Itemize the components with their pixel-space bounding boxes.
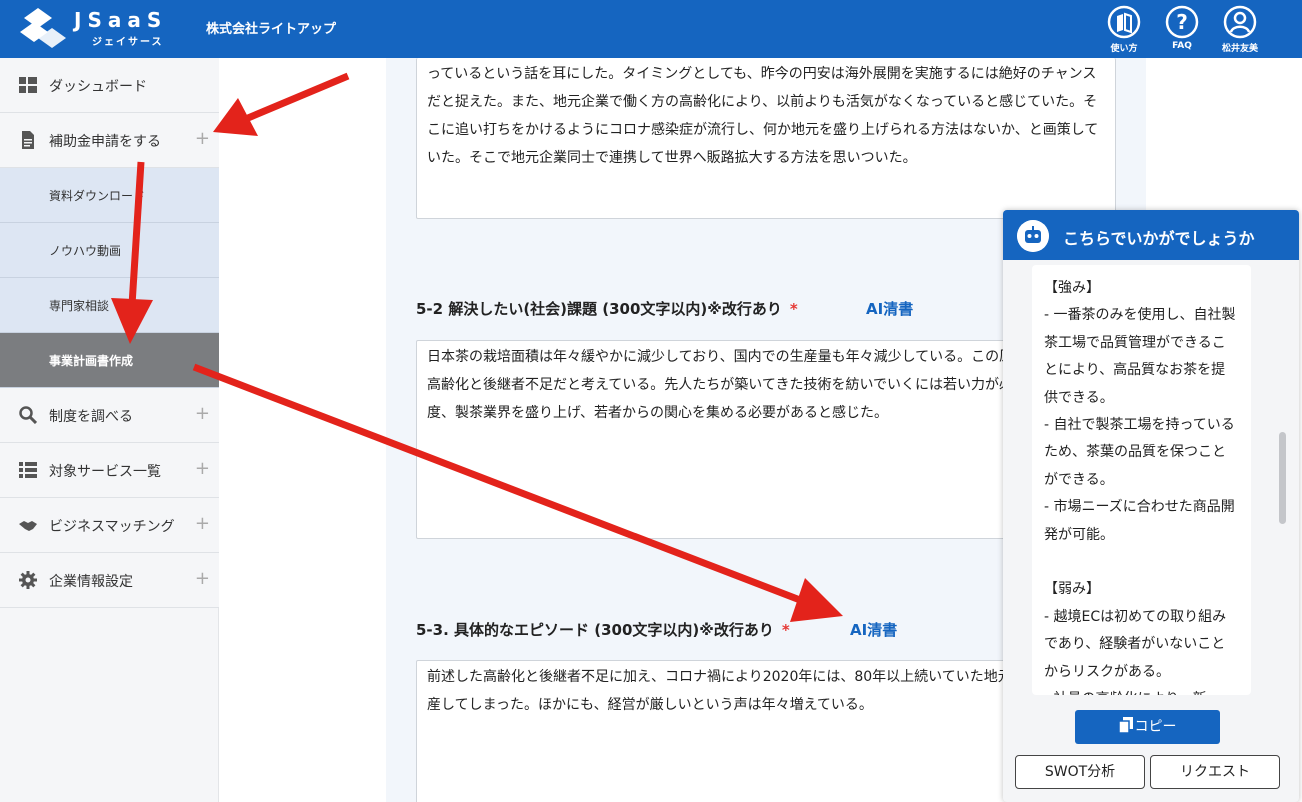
manual-icon (1107, 5, 1141, 39)
ai-rewrite-link-5-2[interactable]: AI清書 (866, 298, 913, 319)
list-icon (19, 462, 37, 478)
gear-icon (19, 571, 37, 589)
logo-subtext: ジェイサース (92, 37, 164, 48)
handshake-icon (19, 521, 37, 531)
ai-rewrite-link-5-3[interactable]: AI清書 (850, 619, 897, 640)
faq-button[interactable]: ? FAQ (1157, 5, 1207, 55)
chat-response-text: 【強み】 - 一番茶のみを使用し、自社製茶工場で品質管理ができることにより、高品… (1044, 280, 1236, 695)
request-button[interactable]: リクエスト (1150, 755, 1280, 789)
chat-scrollbar[interactable] (1279, 432, 1286, 524)
chat-header: こちらでいかがでしょうか (1003, 210, 1299, 260)
sidebar-subitem-downloads[interactable]: 資料ダウンロード (0, 168, 219, 223)
chat-title: こちらでいかがでしょうか (1063, 229, 1255, 248)
section-5-3-title: 5-3. 具体的なエピソード (300文字以内)※改行あり * (416, 619, 790, 640)
sidebar-subitem-label: ノウハウ動画 (49, 244, 122, 258)
required-mark: * (789, 300, 798, 318)
section-title-text: 5-2 解決したい(社会)課題 (300文字以内)※改行あり (416, 300, 782, 318)
sidebar-subitem-business-plan[interactable]: 事業計画書作成 (0, 333, 219, 388)
copy-icon (1117, 717, 1133, 734)
ai-suggestion-panel: こちらでいかがでしょうか 【強み】 - 一番茶のみを使用し、自社製茶工場で品質管… (1003, 210, 1299, 802)
user-menu-button[interactable]: 松井友美 (1215, 5, 1265, 55)
sidebar-subitem-label: 資料ダウンロード (49, 189, 146, 203)
sidebar-item-label: 制度を調べる (49, 409, 133, 425)
section-5-2-title: 5-2 解決したい(社会)課題 (300文字以内)※改行あり * (416, 298, 798, 319)
copy-button[interactable]: コピー (1075, 710, 1220, 744)
manual-button[interactable]: 使い方 (1099, 5, 1149, 55)
required-mark: * (781, 621, 790, 639)
sidebar-item-label: 補助金申請をする (49, 134, 161, 150)
textarea-background[interactable]: っているという話を耳にした。タイミングとしても、昨今の円安は海外展開を実施するに… (416, 58, 1116, 219)
sidebar-item-company-settings[interactable]: 企業情報設定 + (0, 553, 219, 608)
expand-plus-icon[interactable]: + (195, 403, 210, 424)
sidebar-item-label: 企業情報設定 (49, 574, 133, 590)
sidebar-subitem-label: 専門家相談 (49, 299, 110, 313)
sidebar-item-dashboard[interactable]: ダッシュボード (0, 58, 219, 113)
company-name: 株式会社ライトアップ (206, 22, 337, 37)
dashboard-icon (19, 77, 37, 93)
svg-text:?: ? (1176, 10, 1188, 34)
sidebar-item-subsidy[interactable]: 補助金申請をする + (0, 113, 219, 168)
jsaas-logo[interactable]: JSaaS ジェイサース (18, 6, 188, 52)
annotation-arrow-to-menu (213, 72, 350, 136)
faq-label: FAQ (1172, 41, 1192, 51)
sidebar-subitem-consult[interactable]: 専門家相談 (0, 278, 219, 333)
manual-label: 使い方 (1110, 44, 1138, 54)
sidebar-item-search-programs[interactable]: 制度を調べる + (0, 388, 219, 443)
sidebar-subitem-videos[interactable]: ノウハウ動画 (0, 223, 219, 278)
user-name: 松井友美 (1221, 44, 1258, 54)
swot-button[interactable]: SWOT分析 (1015, 755, 1145, 789)
logo-text: JSaaS (74, 8, 168, 32)
sidebar-item-label: 対象サービス一覧 (49, 464, 161, 480)
sidebar-item-services[interactable]: 対象サービス一覧 + (0, 443, 219, 498)
sidebar-item-label: ダッシュボード (49, 79, 147, 95)
sidebar-item-label: ビジネスマッチング (49, 519, 175, 535)
expand-plus-icon[interactable]: + (195, 568, 210, 589)
logo-mark-icon (20, 8, 66, 48)
chat-response: 【強み】 - 一番茶のみを使用し、自社製茶工場で品質管理ができることにより、高品… (1032, 265, 1251, 695)
expand-plus-icon[interactable]: + (195, 513, 210, 534)
sidebar-subitem-label: 事業計画書作成 (49, 354, 134, 368)
question-icon: ? (1165, 5, 1199, 39)
sidebar-item-matching[interactable]: ビジネスマッチング + (0, 498, 219, 553)
sidebar: ダッシュボード 補助金申請をする + 資料ダウンロード ノウハウ動画 専門家相談… (0, 58, 219, 802)
app-header: JSaaS ジェイサース 株式会社ライトアップ 使い方 ? FAQ 松井友美 (0, 0, 1302, 58)
robot-icon (1017, 220, 1049, 252)
search-icon (19, 406, 37, 424)
document-icon (22, 131, 34, 149)
section-title-text: 5-3. 具体的なエピソード (300文字以内)※改行あり (416, 621, 774, 639)
copy-label: コピー (1134, 719, 1177, 735)
expand-plus-icon[interactable]: + (195, 128, 210, 149)
user-icon (1223, 5, 1257, 39)
expand-plus-icon[interactable]: + (195, 458, 210, 479)
